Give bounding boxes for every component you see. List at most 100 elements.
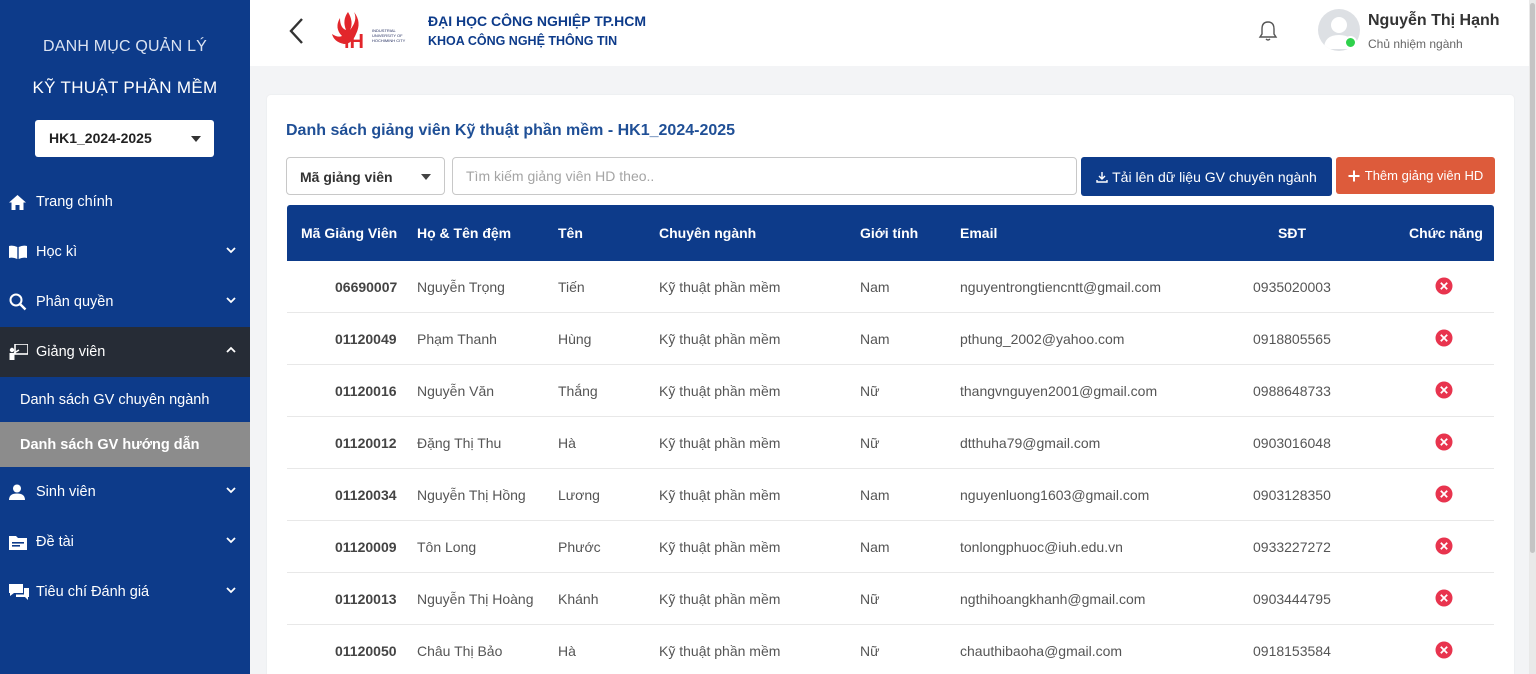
sidebar-subtitle: KỸ THUẬT PHẦN MỀM <box>32 78 218 97</box>
scrollbar-thumb[interactable] <box>1530 3 1535 553</box>
teacher-icon <box>0 344 36 360</box>
home-icon <box>0 194 36 210</box>
chevron-down-icon <box>226 487 236 494</box>
sidebar-item-permissions[interactable]: Phân quyền <box>0 277 250 327</box>
cell-email: pthung_2002@yahoo.com <box>960 331 1125 347</box>
sidebar-item-label: Phân quyền <box>36 294 114 310</box>
sidebar-item-semester[interactable]: Học kì <box>0 227 250 277</box>
table-row[interactable]: 01120012 Đặng Thị Thu Hà Kỹ thuật phần mềm N… <box>287 417 1494 469</box>
column-header-actions: Chức năng <box>1409 225 1483 241</box>
sidebar-item-label: Đề tài <box>36 534 74 550</box>
table-row[interactable]: 01120009 Tôn Long Phước Kỹ thuật phần mềm Na… <box>287 521 1494 573</box>
semester-select[interactable]: HK1_2024-2025 <box>35 120 214 157</box>
cell-major: Kỹ thuật phần mềm <box>659 539 781 555</box>
bell-icon[interactable] <box>1258 20 1278 42</box>
cell-gender: Nữ <box>860 435 880 451</box>
table-row[interactable]: 06690007 Nguyễn Trọng Tiến Kỹ thuật phần mề… <box>287 261 1494 313</box>
sidebar-subitem-major-lecturers[interactable]: Danh sách GV chuyên ngành <box>0 377 250 422</box>
sidebar-item-students[interactable]: Sinh viên <box>0 467 250 517</box>
cell-id: 01120012 <box>335 435 397 451</box>
cell-email: ngthihoangkhanh@gmail.com <box>960 591 1146 607</box>
sidebar-item-lecturers[interactable]: Giảng viên <box>0 327 250 377</box>
cell-firstname: Khánh <box>558 591 599 607</box>
cell-id: 01120013 <box>335 591 397 607</box>
sidebar-item-home[interactable]: Trang chính <box>0 177 250 227</box>
cell-major: Kỹ thuật phần mềm <box>659 279 781 295</box>
column-header-phone: SĐT <box>1278 225 1306 241</box>
cell-lastname: Châu Thị Bảo <box>417 643 503 659</box>
search-input[interactable] <box>452 157 1077 195</box>
add-button-label: Thêm giảng viên HD <box>1364 168 1484 183</box>
header: iH INDUSTRIAL UNIVERSITY OF HOCHIMINH CI… <box>250 0 1529 66</box>
cell-email: dtthuha79@gmail.com <box>960 435 1101 451</box>
delete-icon[interactable] <box>1435 485 1453 503</box>
cell-gender: Nữ <box>860 643 880 659</box>
cell-lastname: Phạm Thanh <box>417 331 497 347</box>
caret-down-icon <box>191 136 201 142</box>
search-field-select[interactable]: Mã giảng viên <box>286 157 445 195</box>
cell-id: 01120016 <box>335 383 397 399</box>
user-icon <box>0 484 36 500</box>
cell-id: 01120050 <box>335 643 397 659</box>
cell-lastname: Nguyễn Trọng <box>417 279 505 295</box>
plus-icon <box>1348 170 1360 181</box>
cell-id: 01120034 <box>335 487 397 503</box>
cell-phone: 0918153584 <box>1253 643 1331 659</box>
cell-firstname: Hùng <box>558 331 592 347</box>
cell-firstname: Hà <box>558 435 576 451</box>
lecturers-table: Mã Giảng Viên Họ & Tên đệm Tên Chuyên ng… <box>287 205 1494 674</box>
table-row[interactable]: 01120013 Nguyễn Thị Hoàng Khánh Kỹ thuật ph… <box>287 573 1494 625</box>
cell-major: Kỹ thuật phần mềm <box>659 435 781 451</box>
cell-major: Kỹ thuật phần mềm <box>659 331 781 347</box>
table-row[interactable]: 01120050 Châu Thị Bảo Hà Kỹ thuật phần mềm N… <box>287 625 1494 674</box>
table-header: Mã Giảng Viên Họ & Tên đệm Tên Chuyên ng… <box>287 205 1494 261</box>
cell-gender: Nam <box>860 279 890 295</box>
sidebar-item-criteria[interactable]: Tiêu chí Đánh giá <box>0 567 250 617</box>
delete-icon[interactable] <box>1435 537 1453 555</box>
table-row[interactable]: 01120049 Phạm Thanh Hùng Kỹ thuật phần mềm N… <box>287 313 1494 365</box>
sidebar: DANH MỤC QUẢN LÝ KỸ THUẬT PHẦN MỀM HK1_2… <box>0 0 250 674</box>
page-scrollbar[interactable] <box>1529 0 1536 674</box>
cell-phone: 0935020003 <box>1253 279 1331 295</box>
cell-lastname: Tôn Long <box>417 539 477 555</box>
cell-phone: 0903444795 <box>1253 591 1331 607</box>
cell-email: nguyentrongtiencntt@gmail.com <box>960 279 1161 295</box>
semester-value: HK1_2024-2025 <box>49 130 152 146</box>
delete-icon[interactable] <box>1435 641 1453 659</box>
book-icon <box>0 245 36 259</box>
university-name: ĐẠI HỌC CÔNG NGHIỆP TP.HCM <box>428 13 647 29</box>
download-icon <box>1096 171 1108 183</box>
delete-icon[interactable] <box>1435 589 1453 607</box>
sidebar-item-label: Tiêu chí Đánh giá <box>36 584 150 600</box>
upload-button-label: Tải lên dữ liệu GV chuyên ngành <box>1112 168 1317 185</box>
delete-icon[interactable] <box>1435 381 1453 399</box>
cell-lastname: Nguyễn Văn <box>417 383 495 399</box>
cell-firstname: Thắng <box>558 383 598 399</box>
column-header-gender: Giới tính <box>860 225 919 241</box>
add-lecturer-button[interactable]: Thêm giảng viên HD <box>1336 157 1495 194</box>
column-header-major: Chuyên ngành <box>659 225 757 241</box>
search-field-value: Mã giảng viên <box>300 169 393 185</box>
delete-icon[interactable] <box>1435 277 1453 295</box>
sidebar-item-topics[interactable]: Đề tài <box>0 517 250 567</box>
chevron-down-icon <box>226 247 236 254</box>
cell-major: Kỹ thuật phần mềm <box>659 591 781 607</box>
cell-id: 01120009 <box>335 539 397 555</box>
delete-icon[interactable] <box>1435 433 1453 451</box>
cell-email: tonlongphuoc@iuh.edu.vn <box>960 539 1123 555</box>
column-header-lastname: Họ & Tên đệm <box>417 225 512 241</box>
main-card: Danh sách giảng viên Kỹ thuật phần mềm -… <box>267 95 1514 674</box>
cell-email: chauthibaoha@gmail.com <box>960 643 1123 659</box>
sidebar-item-label: Học kì <box>36 244 78 260</box>
table-row[interactable]: 01120034 Nguyễn Thị Hồng Lương Kỹ thuật phầ… <box>287 469 1494 521</box>
cell-phone: 0988648733 <box>1253 383 1331 399</box>
column-header-firstname: Tên <box>558 225 583 241</box>
table-row[interactable]: 01120016 Nguyễn Văn Thắng Kỹ thuật phần mềm… <box>287 365 1494 417</box>
university-logo: iH INDUSTRIAL UNIVERSITY OF HOCHIMINH CI… <box>328 8 428 54</box>
cell-firstname: Lương <box>558 487 600 503</box>
back-arrow-icon[interactable] <box>286 16 308 46</box>
delete-icon[interactable] <box>1435 329 1453 347</box>
sidebar-subitem-advisor-lecturers[interactable]: Danh sách GV hướng dẫn <box>0 422 250 467</box>
upload-lecturers-button[interactable]: Tải lên dữ liệu GV chuyên ngành <box>1081 157 1332 196</box>
sidebar-subitem-label: Danh sách GV hướng dẫn <box>20 436 200 453</box>
